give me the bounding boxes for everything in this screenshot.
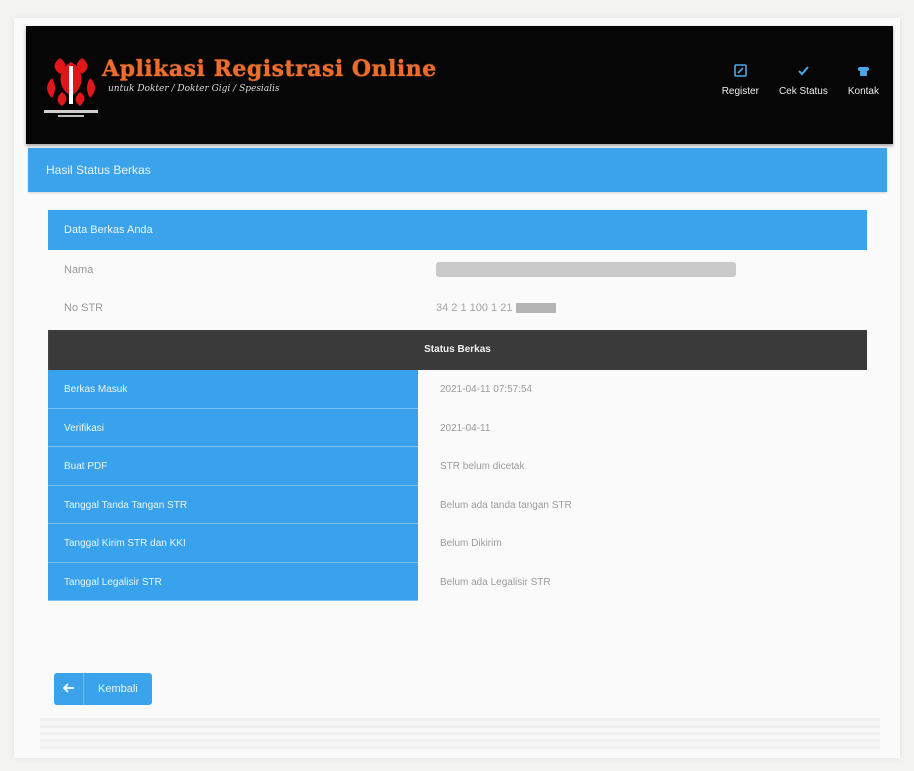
- status-row-value: 2021-04-11: [440, 422, 491, 434]
- status-row-label: Tanggal Legalisir STR: [48, 562, 418, 601]
- nav-register-label: Register: [721, 86, 759, 97]
- status-row-label: Verifikasi: [48, 408, 418, 447]
- phone-icon: [856, 64, 870, 78]
- footer-text-block: [40, 718, 880, 752]
- status-row-label: Tanggal Tanda Tangan STR: [48, 485, 418, 524]
- edit-icon: [733, 64, 747, 78]
- str-label: No STR: [64, 302, 104, 314]
- page-title: Hasil Status Berkas: [28, 148, 887, 192]
- back-button-label: Kembali: [98, 683, 138, 695]
- status-row-label: Berkas Masuk: [48, 370, 418, 409]
- card-heading: Data Berkas Anda: [48, 210, 867, 250]
- redacted-name: [436, 262, 736, 277]
- status-row-value: STR belum dicetak: [440, 461, 525, 472]
- nav-cek-status[interactable]: Cek Status: [779, 64, 828, 97]
- app-title: Aplikasi Registrasi Online: [102, 56, 437, 82]
- status-row: Berkas Masuk 2021-04-11 07:57:54: [48, 370, 867, 409]
- nav-menu: Register Cek Status Kontak: [702, 64, 879, 97]
- status-row: Tanggal Legalisir STR Belum ada Legalisi…: [48, 562, 867, 601]
- name-label: Nama: [64, 264, 94, 276]
- status-row: Buat PDF STR belum dicetak: [48, 447, 867, 486]
- status-table: Berkas Masuk 2021-04-11 07:57:54 Verifik…: [48, 370, 867, 601]
- kki-logo-icon: [44, 58, 98, 117]
- status-heading: Status Berkas: [48, 330, 867, 370]
- str-value: 34 2 1 100 1 21: [436, 302, 557, 314]
- nav-register[interactable]: Register: [722, 64, 759, 97]
- str-row: No STR 34 2 1 100 1 21: [48, 288, 867, 326]
- status-row: Verifikasi 2021-04-11: [48, 408, 867, 447]
- app-subtitle: untuk Dokter / Dokter Gigi / Spesialis: [108, 84, 280, 94]
- back-button[interactable]: Kembali: [54, 673, 152, 705]
- check-icon: [796, 64, 810, 78]
- status-row-value: 2021-04-11 07:57:54: [440, 384, 533, 395]
- name-row: Nama: [48, 250, 867, 288]
- status-row: Tanggal Tanda Tangan STR Belum ada tanda…: [48, 485, 867, 524]
- status-row-value: Belum ada Legalisir STR: [440, 576, 551, 588]
- status-row-label: Tanggal Kirim STR dan KKI: [48, 524, 418, 563]
- nav-kontak[interactable]: Kontak: [848, 64, 879, 97]
- navbar: Aplikasi Registrasi Online untuk Dokter …: [26, 26, 893, 144]
- arrow-back-icon: [54, 673, 84, 705]
- berkas-card: Data Berkas Anda Nama No STR 34 2 1 100 …: [48, 210, 867, 601]
- status-row: Tanggal Kirim STR dan KKI Belum Dikirim: [48, 524, 867, 563]
- status-row-label: Buat PDF: [48, 447, 418, 486]
- status-row-value: Belum Dikirim: [440, 538, 502, 549]
- nav-cek-status-label: Cek Status: [778, 86, 828, 97]
- nav-kontak-label: Kontak: [847, 86, 879, 97]
- redacted-str: [516, 303, 557, 314]
- status-row-value: Belum ada tanda tangan STR: [440, 499, 572, 511]
